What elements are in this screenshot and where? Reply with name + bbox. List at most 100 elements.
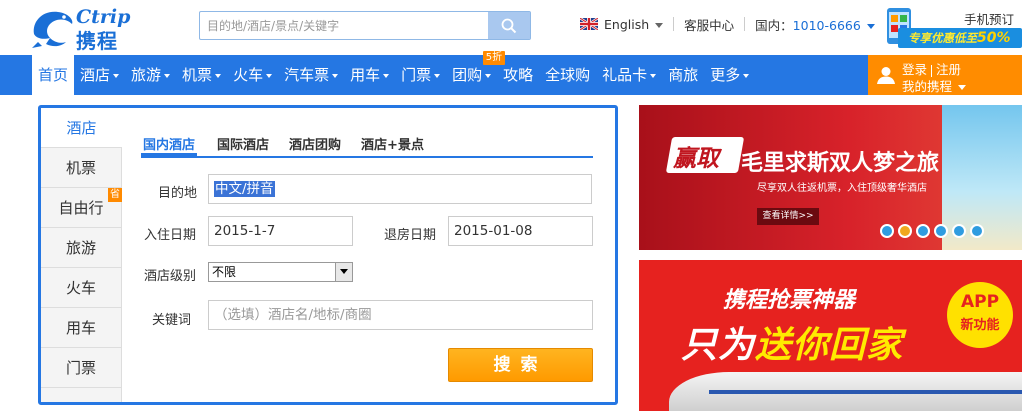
language-selector[interactable]: English [604, 16, 664, 32]
side-tab[interactable]: 旅游 [41, 228, 121, 268]
headline-prefix: 只为 [681, 325, 756, 366]
hotel-level-label: 酒店级别 [144, 269, 197, 284]
nav-item-label: 攻略 [503, 66, 534, 84]
top-links: English 客服中心 国内：1010-6666 [580, 14, 875, 34]
ticket-app-banner[interactable]: 携程抢票神器 只为送你回家 APP 新功能 [639, 260, 1022, 411]
destination-value: 中文/拼音 [214, 181, 275, 197]
hotel-search-form: 国内酒店 国际酒店 酒店团购 酒店+景点 目的地 中文/拼音 入住日期 2015-1-… [141, 108, 601, 402]
carousel-dot[interactable] [934, 224, 948, 238]
checkout-label: 退房日期 [384, 228, 437, 243]
nav-item[interactable]: 全球购 [539, 55, 596, 95]
side-tab-label: 火车 [65, 279, 96, 297]
nav-item[interactable]: 商旅 [662, 55, 704, 95]
sub-tab[interactable]: 国内酒店 [141, 126, 198, 156]
my-ctrip-menu[interactable]: 我的携程 [902, 76, 967, 95]
nav-item[interactable]: 酒店 [74, 55, 125, 95]
promo-percent: 50% [977, 30, 1011, 46]
hotline-number: 1010-6666 [792, 17, 861, 33]
side-tab[interactable]: 机票 [41, 148, 121, 188]
nav-item-label: 礼品卡 [602, 66, 648, 84]
nav-item-label: 商旅 [668, 66, 699, 84]
banner-title: 毛里求斯双人梦之旅 [741, 151, 940, 176]
nav-item-label: 门票 [401, 66, 432, 84]
side-tab-label: 机票 [65, 159, 96, 177]
nav-item[interactable]: 火车 [227, 55, 278, 95]
promo-text: 专享优惠低至50% [908, 30, 1011, 46]
carousel-dot[interactable] [952, 224, 966, 238]
app-badge-line2: 新功能 [960, 318, 1000, 333]
side-tab[interactable]: 火车 [41, 268, 121, 308]
language-label: English [604, 16, 650, 32]
hotline-label: 国内： [755, 17, 793, 33]
nav-item-label: 更多 [710, 66, 741, 84]
side-tab[interactable]: 门票 [41, 348, 121, 388]
banner-headline: 只为送你回家 [681, 316, 903, 368]
carousel-dot[interactable] [916, 224, 930, 238]
nav-item[interactable]: 更多 [704, 55, 755, 95]
search-button[interactable] [488, 12, 530, 39]
carousel-dots [880, 224, 988, 238]
carousel-dot[interactable] [970, 224, 984, 238]
nav-item-label: 用车 [350, 66, 381, 84]
hotel-level-select[interactable]: 不限 [208, 262, 353, 282]
service-center-link[interactable]: 客服中心 [684, 15, 734, 34]
view-details-button[interactable]: 查看详情>> [757, 208, 819, 225]
nav-item[interactable]: 攻略 [497, 55, 539, 95]
nav-item-label: 团购 [452, 66, 483, 84]
register-link[interactable]: 注册 [936, 62, 961, 77]
mauritius-banner[interactable]: 赢取 毛里求斯双人梦之旅 尽享双人往返机票，入住顶级奢华酒店 查看详情>> [639, 105, 1022, 250]
nav-item[interactable]: 用车 [344, 55, 395, 95]
hotel-search-button[interactable]: 搜索 [448, 348, 593, 382]
checkout-date-input[interactable]: 2015-01-08 [448, 216, 593, 246]
top-bar: Ctrip 携程 English 客服中心 国内：1010-6666 [0, 0, 1022, 55]
sub-tab[interactable]: 酒店团购 [289, 126, 341, 156]
nav-item-label: 酒店 [80, 66, 111, 84]
chevron-down-icon [650, 73, 657, 78]
side-tab-label: 用车 [65, 319, 96, 337]
keyword-input[interactable] [208, 300, 593, 330]
hotline[interactable]: 国内：1010-6666 [755, 15, 875, 34]
checkin-date-input[interactable]: 2015-1-7 [208, 216, 353, 246]
ctrip-logo[interactable]: Ctrip 携程 [28, 4, 152, 53]
user-icon [877, 67, 895, 84]
side-tab[interactable]: 酒店 [41, 108, 122, 148]
destination-input[interactable]: 中文/拼音 [208, 174, 592, 204]
headline-highlight: 送你回家 [755, 325, 904, 366]
side-tab[interactable]: 自由行省 [41, 188, 122, 228]
hotel-sub-tabs: 国内酒店 国际酒店 酒店团购 酒店+景点 [141, 126, 593, 158]
banner-title: 携程抢票神器 [723, 288, 856, 313]
chevron-down-icon [485, 73, 492, 78]
mobile-booking-promo[interactable]: 手机预订 专享优惠低至50% [878, 5, 1022, 49]
nav-item[interactable]: 门票 [395, 55, 446, 95]
chevron-down-icon [383, 73, 390, 78]
side-tab[interactable]: 用车 [41, 308, 121, 348]
nav-item[interactable]: 礼品卡 [596, 55, 662, 95]
chevron-down-icon [958, 85, 967, 90]
chevron-down-icon [266, 73, 273, 78]
carousel-dot[interactable] [898, 224, 912, 238]
destination-label: 目的地 [158, 186, 198, 201]
uk-flag-icon [580, 18, 598, 30]
dolphin-icon [32, 11, 73, 48]
nav-item[interactable]: 首页 [32, 55, 75, 95]
nav-items: 首页 酒店 旅游 机票 火车 汽车票 用车 门票 团购 5折 攻略 全球购 礼品卡 商旅 更多 [32, 51, 755, 95]
login-link[interactable]: 登录 [902, 62, 927, 77]
hotel-level-value: 不限 [212, 265, 237, 279]
banner-subtitle: 尽享双人往返机票，入住顶级奢华酒店 [757, 183, 927, 194]
search-input[interactable] [200, 12, 488, 39]
nav-item[interactable]: 旅游 [125, 55, 176, 95]
chevron-down-icon [743, 73, 750, 78]
account-box: 登录 注册 我的携程 [868, 55, 1022, 95]
app-badge-line1: APP [960, 292, 1000, 312]
my-ctrip-label: 我的携程 [902, 79, 953, 94]
chevron-down-icon [866, 23, 875, 29]
sub-tab[interactable]: 国际酒店 [217, 126, 269, 156]
nav-item[interactable]: 汽车票 [278, 55, 344, 95]
sub-tab[interactable]: 酒店+景点 [361, 126, 424, 156]
divider [744, 17, 746, 31]
nav-item[interactable]: 团购 5折 [446, 51, 506, 95]
carousel-dot[interactable] [880, 224, 894, 238]
chevron-down-icon [215, 73, 222, 78]
side-tab-badge: 省 [108, 188, 122, 202]
nav-item[interactable]: 机票 [176, 55, 227, 95]
